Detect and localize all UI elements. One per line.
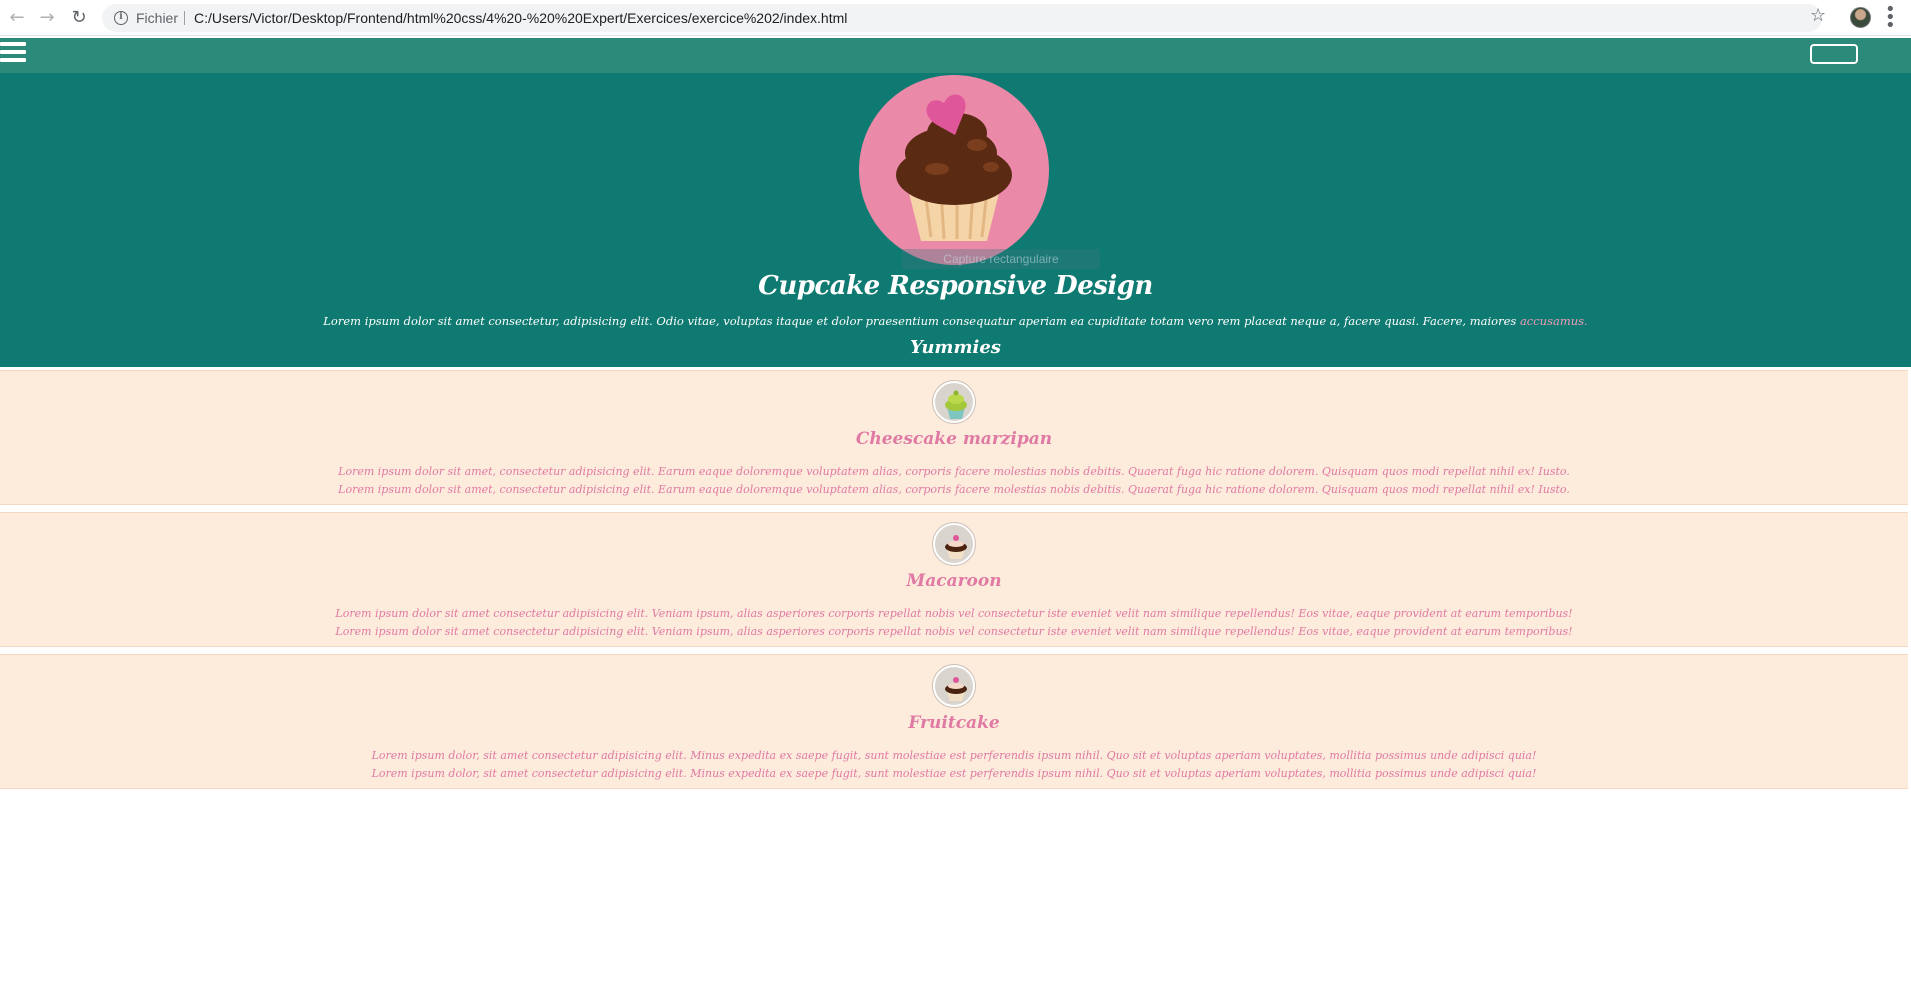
card-title: Fruitcake: [908, 713, 1000, 733]
capture-overlay: Capture rectangulaire: [902, 249, 1100, 269]
card-text-line: Lorem ipsum dolor, sit amet consectetur …: [371, 767, 1537, 780]
product-card: Fruitcake Lorem ipsum dolor, sit amet co…: [0, 654, 1908, 789]
hamburger-icon[interactable]: [0, 42, 26, 68]
card-title: Cheescake marzipan: [855, 429, 1053, 449]
navbar-outline-button[interactable]: [1810, 44, 1858, 64]
product-card: Macaroon Lorem ipsum dolor sit amet cons…: [0, 512, 1908, 647]
back-arrow-icon[interactable]: ←: [6, 7, 28, 29]
card-text: Lorem ipsum dolor, sit amet consectetur …: [0, 747, 1908, 783]
chocolate-cupcake-icon: [933, 523, 975, 565]
card-text-line: Lorem ipsum dolor sit amet consectetur a…: [335, 607, 1573, 620]
reload-icon[interactable]: ↻: [68, 7, 90, 29]
card-title: Macaroon: [906, 571, 1002, 591]
security-label[interactable]: Fichier: [136, 10, 178, 26]
hero-paragraph: Lorem ipsum dolor sit amet consectetur, …: [0, 314, 1911, 328]
profile-avatar[interactable]: [1850, 7, 1871, 28]
card-text-line: Lorem ipsum dolor sit amet, consectetur …: [338, 483, 1570, 496]
cupcake-logo: [859, 75, 1049, 265]
card-text-line: Lorem ipsum dolor sit amet, consectetur …: [338, 465, 1570, 478]
hero-section: Capture rectangulaire Cupcake Responsive…: [0, 73, 1911, 367]
green-cupcake-icon: [933, 381, 975, 423]
browser-toolbar: ← → ↻ i Fichier C:/Users/Victor/Desktop/…: [0, 0, 1911, 36]
site-navbar: [0, 38, 1911, 73]
hero-paragraph-text: Lorem ipsum dolor sit amet consectetur, …: [323, 314, 1517, 328]
address-bar[interactable]: i Fichier C:/Users/Victor/Desktop/Fronte…: [102, 4, 1822, 32]
forward-arrow-icon[interactable]: →: [36, 7, 58, 29]
bookmark-star-icon[interactable]: ☆: [1810, 5, 1826, 26]
card-text-line: Lorem ipsum dolor sit amet consectetur a…: [335, 625, 1573, 638]
product-card: Cheescake marzipan Lorem ipsum dolor sit…: [0, 370, 1908, 505]
card-text-line: Lorem ipsum dolor, sit amet consectetur …: [371, 749, 1537, 762]
cupcake-icon: [896, 94, 1012, 241]
address-separator: [184, 11, 185, 25]
page-title: Cupcake Responsive Design: [758, 271, 1153, 301]
url-text[interactable]: C:/Users/Victor/Desktop/Frontend/html%20…: [194, 10, 847, 26]
card-text: Lorem ipsum dolor sit amet consectetur a…: [0, 605, 1908, 641]
kebab-menu-icon[interactable]: • • •: [1885, 1, 1896, 35]
section-heading: Yummies: [910, 337, 1001, 358]
hero-link[interactable]: accusamus.: [1520, 314, 1588, 328]
info-icon[interactable]: i: [114, 11, 128, 25]
chocolate-cupcake-icon: [933, 665, 975, 707]
card-text: Lorem ipsum dolor sit amet, consectetur …: [0, 463, 1908, 499]
